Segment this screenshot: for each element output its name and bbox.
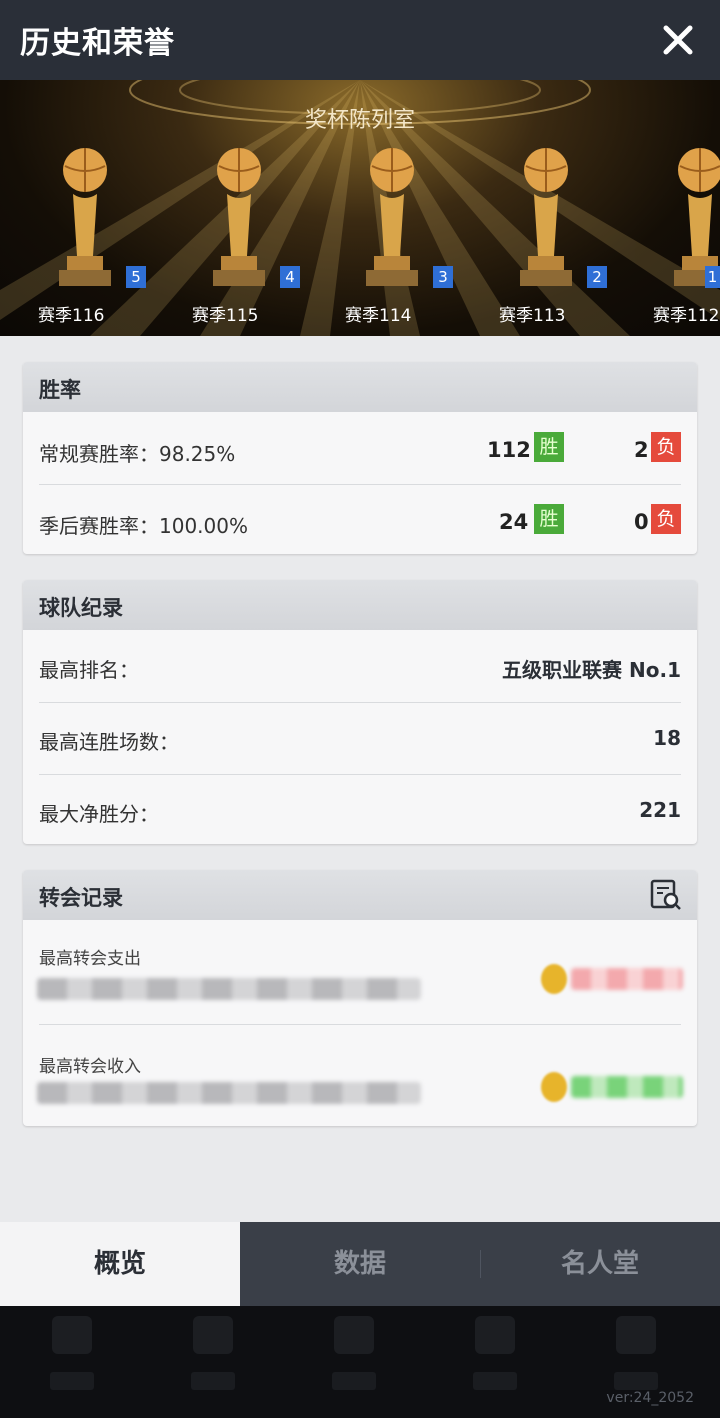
- season-label: 赛季115: [192, 306, 259, 326]
- trophy-item[interactable]: 5 赛季116: [38, 146, 148, 336]
- rank-badge: 1: [705, 266, 720, 288]
- regular-winrate-label: 常规赛胜率：98.25%: [39, 442, 236, 466]
- season-label: 赛季112: [653, 306, 720, 326]
- rank-badge: 4: [280, 266, 300, 288]
- trophy-item[interactable]: 3 赛季114: [345, 146, 455, 336]
- winrate-header: 胜率: [23, 362, 697, 412]
- transfer-record-header: 转会记录: [23, 870, 697, 920]
- transfer-row-income[interactable]: 最高转会收入: [23, 1024, 697, 1128]
- redacted-amount: [571, 968, 683, 990]
- nav-item: [183, 1316, 243, 1396]
- record-row-highest-rank: 最高排名： 五级职业联赛 No.1: [23, 630, 697, 702]
- rank-badge: 5: [126, 266, 146, 288]
- record-value: 221: [639, 798, 681, 822]
- nav-item: [465, 1316, 525, 1396]
- transfer-label: 最高转会收入: [39, 1057, 141, 1077]
- nav-icon: [475, 1316, 515, 1354]
- nav-icon: [193, 1316, 233, 1354]
- loss-tag: 负: [651, 504, 681, 534]
- record-label: 最高连胜场数：: [39, 730, 179, 754]
- tab-data[interactable]: 数据: [240, 1222, 480, 1306]
- transfer-record-title: 转会记录: [39, 886, 123, 910]
- team-record-header: 球队纪录: [23, 580, 697, 630]
- trophy-item[interactable]: 2 赛季113: [499, 146, 609, 336]
- nav-label-placeholder: [191, 1372, 235, 1390]
- nav-label-placeholder: [332, 1372, 376, 1390]
- record-value: 18: [653, 726, 681, 750]
- coin-icon: [541, 964, 567, 994]
- coin-icon: [541, 1072, 567, 1102]
- playoff-winrate-label: 季后赛胜率：100.00%: [39, 514, 248, 538]
- transfer-record-panel: 转会记录 最高转会支出 最高转会收入: [23, 870, 697, 1126]
- nav-item: [42, 1316, 102, 1396]
- season-label: 赛季113: [499, 306, 566, 326]
- trophy-icon: [520, 148, 572, 286]
- trophy-icon: [59, 148, 111, 286]
- nav-item: [324, 1316, 384, 1396]
- win-tag: 胜: [534, 504, 564, 534]
- version-label: ver:24_2052: [606, 1390, 694, 1406]
- title-bar: 历史和荣誉: [0, 0, 720, 80]
- trophy-room-caption: 奖杯陈列室: [304, 108, 415, 133]
- transfer-label: 最高转会支出: [39, 949, 141, 969]
- winrate-title: 胜率: [39, 378, 81, 402]
- tab-bar: 概览 数据 名人堂: [0, 1222, 720, 1306]
- win-tag: 胜: [534, 432, 564, 462]
- regular-losses: 2: [634, 438, 649, 462]
- record-value: 五级职业联赛 No.1: [502, 658, 681, 682]
- nav-icon: [616, 1316, 656, 1354]
- nav-icon: [334, 1316, 374, 1354]
- trophy-icon: [366, 148, 418, 286]
- transfer-row-expense[interactable]: 最高转会支出: [23, 920, 697, 1024]
- rank-badge: 2: [587, 266, 607, 288]
- trophy-icon: [213, 148, 265, 286]
- nav-item: [606, 1316, 666, 1396]
- loss-tag: 负: [651, 432, 681, 462]
- nav-label-placeholder: [50, 1372, 94, 1390]
- season-label: 赛季116: [38, 306, 105, 326]
- nav-label-placeholder: [614, 1372, 658, 1390]
- regular-season-row: 常规赛胜率：98.25% 112 胜 2 负: [23, 412, 697, 484]
- close-icon[interactable]: [656, 18, 700, 62]
- rank-badge: 3: [433, 266, 453, 288]
- record-row-net-points: 最大净胜分： 221: [23, 774, 697, 846]
- redacted-player-info: [37, 1082, 421, 1104]
- nav-label-placeholder: [473, 1372, 517, 1390]
- redacted-player-info: [37, 978, 421, 1000]
- team-record-panel: 球队纪录 最高排名： 五级职业联赛 No.1 最高连胜场数： 18 最大净胜分：…: [23, 580, 697, 844]
- record-label: 最大净胜分：: [39, 802, 159, 826]
- playoff-row: 季后赛胜率：100.00% 24 胜 0 负: [23, 484, 697, 554]
- winrate-panel: 胜率 常规赛胜率：98.25% 112 胜 2 负 季后赛胜率：100.00% …: [23, 362, 697, 554]
- regular-wins: 112: [487, 438, 531, 462]
- tab-hall-of-fame[interactable]: 名人堂: [480, 1222, 720, 1306]
- playoff-wins: 24: [499, 510, 529, 534]
- nav-icon: [52, 1316, 92, 1354]
- record-row-win-streak: 最高连胜场数： 18: [23, 702, 697, 774]
- record-label: 最高排名：: [39, 658, 139, 682]
- trophy-item[interactable]: 4 赛季115: [192, 146, 302, 336]
- playoff-losses: 0: [634, 510, 649, 534]
- page-title: 历史和荣誉: [20, 26, 175, 61]
- tab-overview[interactable]: 概览: [0, 1222, 240, 1306]
- trophy-item[interactable]: 1 赛季112: [653, 146, 720, 336]
- redacted-amount: [571, 1076, 683, 1098]
- team-record-title: 球队纪录: [39, 596, 123, 620]
- trophy-banner: 奖杯陈列室 5 赛季116 4 赛季115 3 赛季114 2 赛季113 1 …: [0, 80, 720, 336]
- search-record-icon[interactable]: [649, 878, 683, 912]
- season-label: 赛季114: [345, 306, 412, 326]
